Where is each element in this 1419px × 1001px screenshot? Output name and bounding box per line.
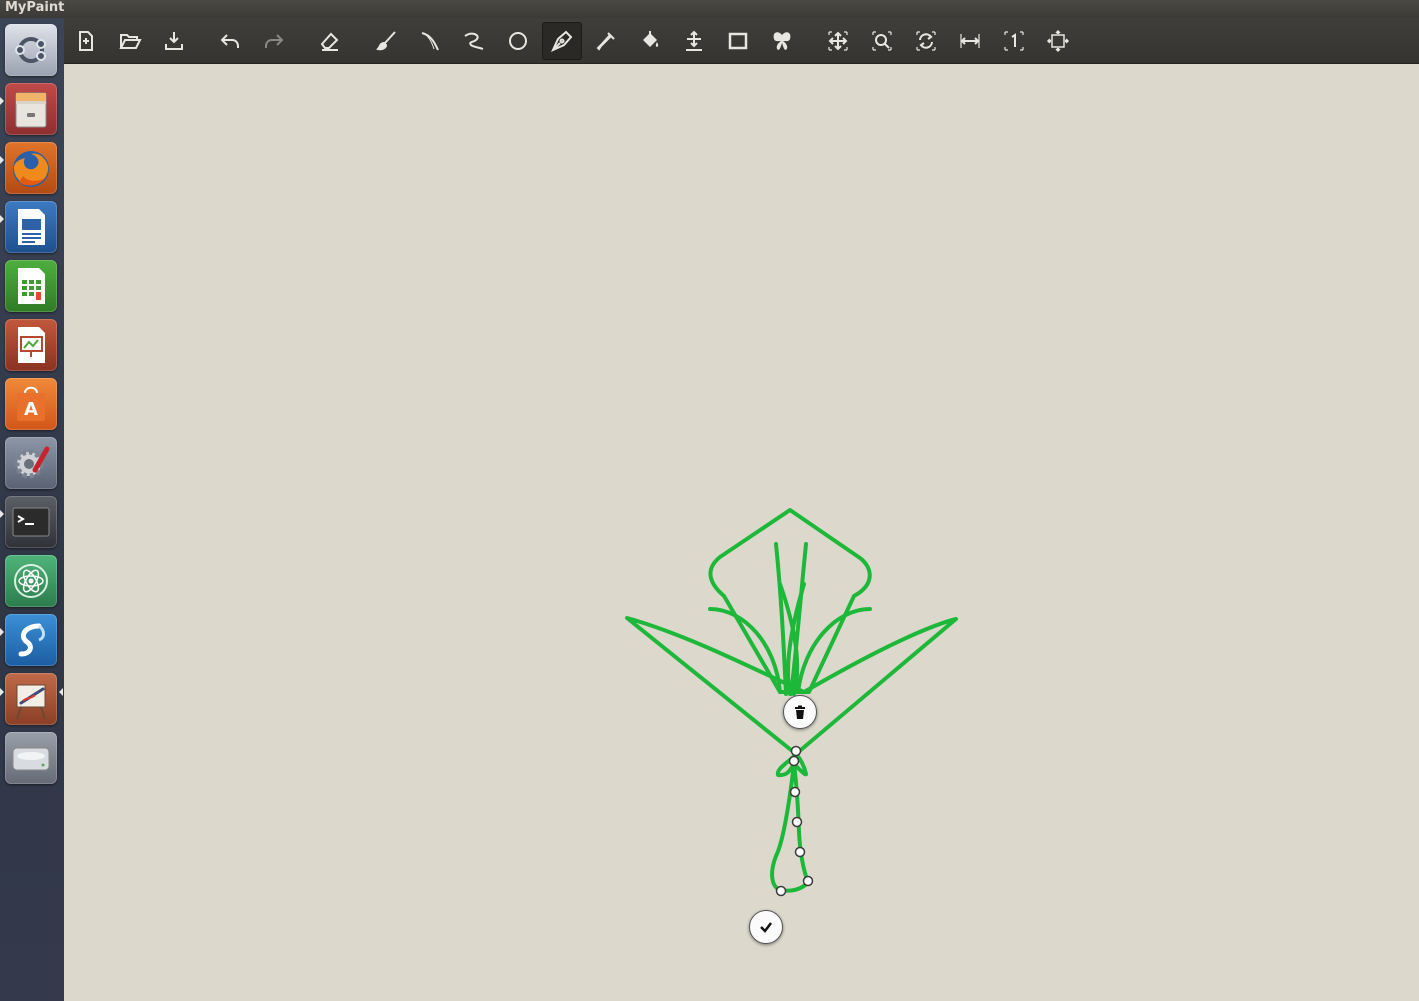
accept-path-button[interactable] <box>749 910 783 944</box>
window-title: MyPaint <box>5 0 65 15</box>
new-document-icon[interactable] <box>66 22 106 60</box>
writer-document-icon[interactable] <box>5 201 57 253</box>
line-curve-icon[interactable] <box>454 22 494 60</box>
ubuntu-logo-icon[interactable] <box>5 24 57 76</box>
paint-bucket-icon[interactable] <box>630 22 670 60</box>
eyedropper-icon[interactable] <box>586 22 626 60</box>
undo-arrow-icon[interactable] <box>210 22 250 60</box>
ellipse-icon[interactable] <box>498 22 538 60</box>
drawing-canvas[interactable] <box>64 64 1419 1001</box>
save-download-icon[interactable] <box>154 22 194 60</box>
pen-nib-icon[interactable] <box>542 22 582 60</box>
delete-node-button[interactable] <box>783 695 817 729</box>
rotate-icon[interactable] <box>906 22 946 60</box>
fit-screen-icon[interactable] <box>1038 22 1078 60</box>
ink-curve-icon[interactable] <box>410 22 450 60</box>
one-to-one-icon[interactable] <box>994 22 1034 60</box>
drawn-stroke-stem <box>770 762 810 893</box>
hard-disk-icon[interactable] <box>5 732 57 784</box>
folder-open-icon[interactable] <box>110 22 150 60</box>
terminal-icon[interactable] <box>5 496 57 548</box>
file-cabinet-icon[interactable] <box>5 83 57 135</box>
blue-swirl-icon[interactable] <box>5 614 57 666</box>
calc-spreadsheet-icon[interactable] <box>5 260 57 312</box>
canvas-drawing <box>625 508 958 897</box>
mirror-horizontal-icon[interactable] <box>950 22 990 60</box>
trash-icon <box>795 705 805 719</box>
title-bar: MyPaint <box>0 0 1419 19</box>
eraser-icon[interactable] <box>310 22 350 60</box>
launcher: A <box>0 18 65 1001</box>
svg-text:A: A <box>24 399 38 420</box>
toolbar <box>64 18 1419 64</box>
pan-arrows-icon[interactable] <box>818 22 858 60</box>
frame-rectangle-icon[interactable] <box>718 22 758 60</box>
shopping-bag-icon[interactable]: A <box>5 378 57 430</box>
atom-icon[interactable] <box>5 555 57 607</box>
easel-brush-icon[interactable] <box>5 673 57 725</box>
impress-presentation-icon[interactable] <box>5 319 57 371</box>
magnifier-icon[interactable] <box>862 22 902 60</box>
butterfly-icon[interactable] <box>762 22 802 60</box>
checkmark-icon <box>760 922 772 933</box>
gear-wrench-icon[interactable] <box>5 437 57 489</box>
move-cross-icon[interactable] <box>674 22 714 60</box>
redo-arrow-icon[interactable] <box>254 22 294 60</box>
paintbrush-icon[interactable] <box>366 22 406 60</box>
firefox-icon[interactable] <box>5 142 57 194</box>
